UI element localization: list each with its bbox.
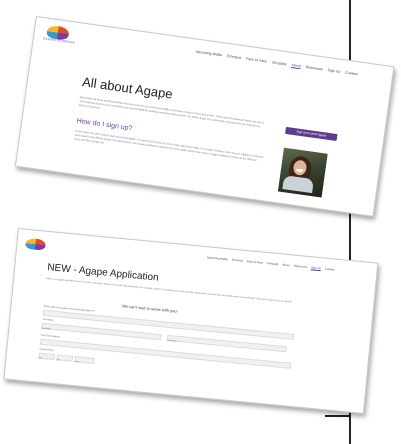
nav-face-to-face[interactable]: Face to Face [247,259,264,265]
form-heading: We can't wait to serve with you! [121,303,178,314]
nav-emmaus[interactable]: Emmaus [227,54,242,60]
woman-photo [277,147,328,198]
logo-text: JOURNEY OF EMMAUS [42,36,76,45]
main-nav: Upcoming Walks Emmaus Face to Face Chrys… [207,255,335,271]
nav-sign-up[interactable]: Sign Up [327,68,340,74]
phone-prefix-hint: ### [56,359,60,362]
nav-resources[interactable]: Resources [294,264,308,269]
email-label: Your Email Address [40,334,60,339]
nav-resources[interactable]: Resources [305,65,323,71]
main-nav: Upcoming Walks Emmaus Face to Face Chrys… [195,50,358,77]
your-name-label: Your Name [42,318,54,322]
nav-face-to-face[interactable]: Face to Face [246,57,267,64]
nav-chrysalis[interactable]: Chrysalis [267,261,279,266]
nav-upcoming-walks[interactable]: Upcoming Walks [195,50,222,58]
nav-contact[interactable]: Contact [325,267,335,272]
nav-about[interactable]: About [291,63,301,68]
first-name-label: First Name [41,327,52,331]
phone-label: Primary Phone [39,348,54,352]
logo-swoosh-icon [25,237,47,251]
nav-contact[interactable]: Contact [345,71,358,77]
phone-area-hint: ### [38,357,43,360]
intro-paragraph: Below is an agape application form for a… [46,277,292,304]
nav-chrysalis[interactable]: Chrysalis [272,60,287,66]
nav-sign-up[interactable]: Sign Up [311,265,321,270]
about-page-screenshot: JOURNEY OF EMMAUS Upcoming Walks Emmaus … [14,16,395,217]
send-agape-button[interactable]: Sign up to send Agape [285,126,338,142]
body-paragraph: Good news! You don't need to sign up to … [73,129,264,163]
application-page-screenshot: Upcoming Walks Emmaus Face to Face Chrys… [3,228,379,414]
last-name-label: Last Name [166,339,177,343]
nav-about[interactable]: About [282,263,290,268]
phone-line-hint: #### [74,361,79,364]
nav-upcoming-walks[interactable]: Upcoming Walks [207,255,228,261]
nav-emmaus[interactable]: Emmaus [232,258,243,263]
